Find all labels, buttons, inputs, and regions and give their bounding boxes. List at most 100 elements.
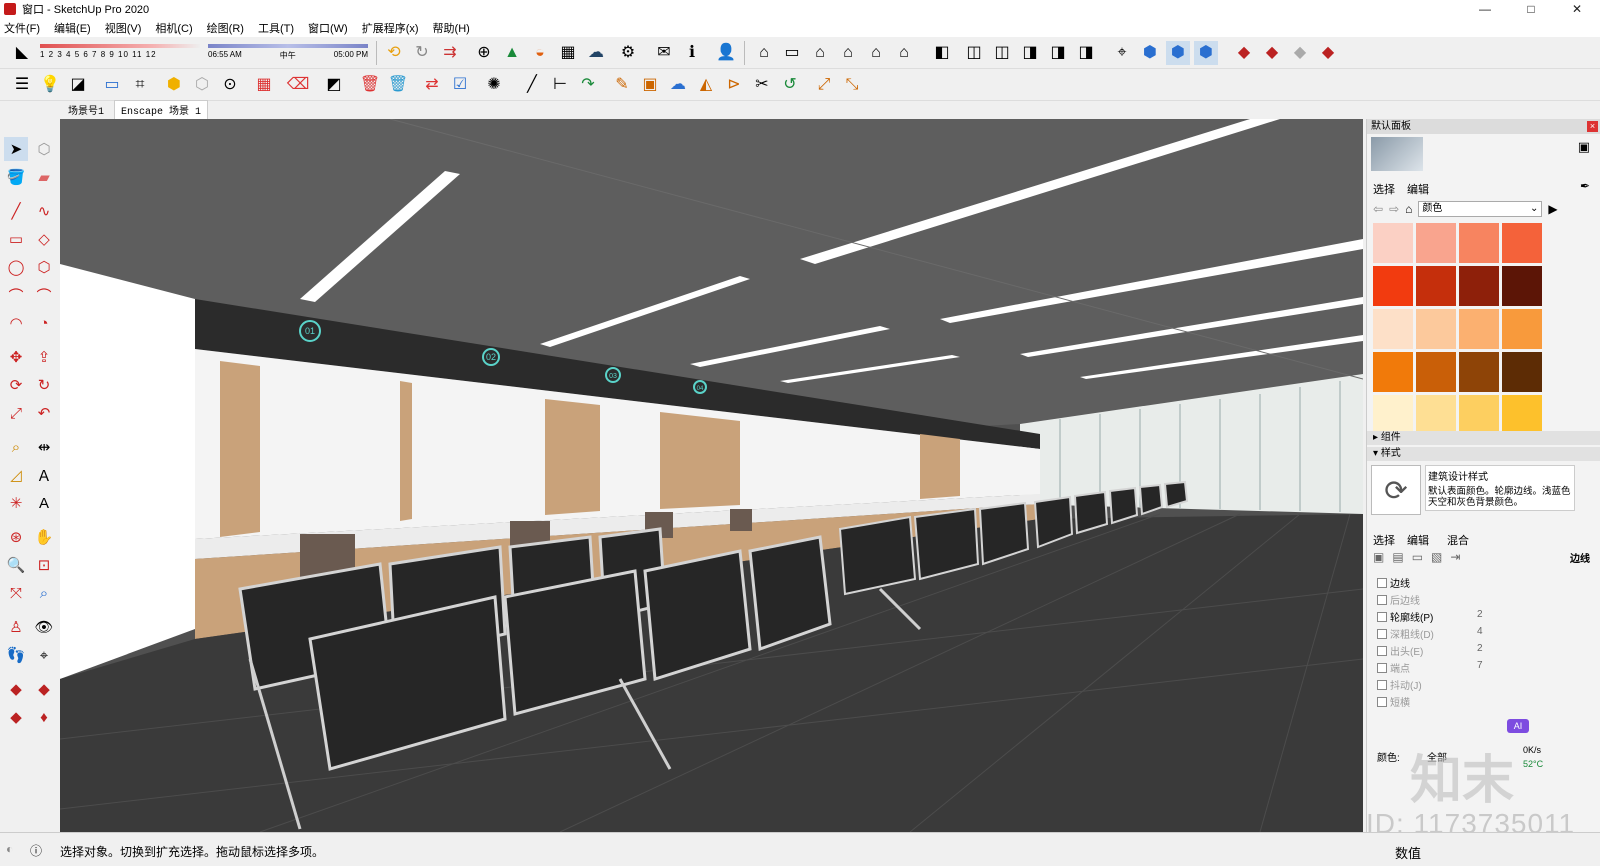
mail-icon[interactable]: ✉ [652,41,676,65]
color-swatch[interactable] [1502,352,1542,392]
rotate-arrow-icon[interactable]: ↷ [576,73,600,97]
menu-camera[interactable]: 相机(C) [155,20,192,36]
warehouse-tool-icon[interactable]: ◆ [4,677,28,701]
rectangle-icon[interactable]: ▭ [4,227,28,251]
walk-icon[interactable]: 👣 [4,643,28,667]
color-swatch[interactable] [1459,266,1499,306]
color-swatch[interactable] [1373,309,1413,349]
protractor-icon[interactable]: ◿ [4,463,28,487]
dimension-icon[interactable]: ⊢ [548,73,572,97]
menu-help[interactable]: 帮助(H) [433,20,470,36]
edge-setting-value[interactable]: 2 [1477,643,1483,654]
styles-tab-edit[interactable]: 编辑 [1407,532,1429,548]
section-display-icon[interactable]: ⬢ [1138,41,1162,65]
pie-icon[interactable]: ◔ [32,311,56,335]
model-viewport[interactable]: 01 02 03 04 [60,119,1363,832]
make-component-icon[interactable]: ⬡ [32,137,56,161]
color-swatch[interactable] [1416,266,1456,306]
monochrome-icon[interactable]: ◨ [1074,41,1098,65]
details-arrow-icon[interactable]: ▶ [1548,202,1557,216]
checker-icon[interactable]: ▦ [556,41,580,65]
tray-close-button[interactable]: × [1587,121,1598,132]
sun-icon[interactable]: ◒ [528,41,552,65]
light-bulb-icon[interactable]: 💡 [38,73,62,97]
move-edge-icon[interactable]: ⤡ [840,73,864,97]
color-swatch[interactable] [1416,352,1456,392]
edge-setting-checkbox[interactable] [1377,645,1387,656]
target-icon[interactable]: ⊙ [218,73,242,97]
edge-setting-row[interactable]: 边线 [1377,575,1410,590]
box-icon[interactable]: ▣ [638,73,662,97]
paint-icon[interactable]: ◭ [694,73,718,97]
edge-setting-row[interactable]: 深粗线(D) [1377,626,1434,641]
cloud-icon[interactable]: ☁ [666,73,690,97]
edge-setting-checkbox[interactable] [1377,696,1387,707]
3d-text-icon[interactable]: A [32,491,56,515]
section-fill-icon[interactable]: ⬢ [1194,41,1218,65]
color-swatch[interactable] [1373,395,1413,431]
contrast-icon[interactable]: ◪ [66,73,90,97]
minimize-button[interactable]: — [1462,0,1508,18]
color-swatch[interactable] [1416,309,1456,349]
color-swatch[interactable] [1459,309,1499,349]
dimension-tool-icon[interactable]: ⇹ [32,435,56,459]
move-point-icon[interactable]: ⤢ [812,73,836,97]
top-view-icon[interactable]: ▭ [780,41,804,65]
move-icon[interactable]: ✥ [4,345,28,369]
section-plane-icon[interactable]: ⌖ [1110,41,1134,65]
styles-tab-mix[interactable]: 混合 [1447,532,1469,548]
menu-tools[interactable]: 工具(T) [258,20,294,36]
color-swatch[interactable] [1459,352,1499,392]
styles-tray-header[interactable]: ▾ 样式 [1367,447,1600,461]
eraser-icon[interactable]: ▰ [32,165,56,189]
enscape-start-icon[interactable]: ⟲ [382,41,406,65]
zoom-window-icon[interactable]: ⊡ [32,553,56,577]
color-swatch[interactable] [1416,395,1456,431]
menu-edit[interactable]: 编辑(E) [54,20,91,36]
edge-setting-row[interactable]: 短横 [1377,694,1410,709]
wireframe-icon[interactable]: ◫ [962,41,986,65]
back-arrow-icon[interactable]: ⇦ [1373,202,1383,216]
edge-setting-checkbox[interactable] [1377,577,1387,588]
rotated-rectangle-icon[interactable]: ◇ [32,227,56,251]
edge-setting-checkbox[interactable] [1377,611,1387,622]
edge-setting-checkbox[interactable] [1377,679,1387,690]
back-view-icon[interactable]: ⌂ [864,41,888,65]
circle-icon[interactable]: ◯ [4,255,28,279]
outliner-icon[interactable]: ☰ [10,73,34,97]
scene-tab-enscape[interactable]: Enscape 场景 1 [114,100,209,120]
close-button[interactable]: ✕ [1554,0,1600,18]
materials-tab-edit[interactable]: 编辑 [1407,181,1429,197]
info-icon[interactable]: ℹ [680,41,704,65]
edge-setting-row[interactable]: 后边线 [1377,592,1420,607]
edge-setting-checkbox[interactable] [1377,594,1387,605]
freehand-icon[interactable]: ∿ [32,199,56,223]
hexagon-icon[interactable]: ⬢ [162,73,186,97]
watermark-settings-icon[interactable]: ▧ [1431,550,1442,564]
tag-icon[interactable]: ⊳ [722,73,746,97]
extension-warehouse-icon[interactable]: ◆ [1316,41,1340,65]
xray-icon[interactable]: ◧ [930,41,954,65]
crop-icon[interactable]: ⌗ [128,73,152,97]
material-library-select[interactable]: 颜色 ⌄ [1418,201,1543,217]
spiral-icon[interactable]: ↺ [778,73,802,97]
orbit-icon[interactable]: ⊛ [4,525,28,549]
maximize-button[interactable]: □ [1508,0,1554,18]
info-status-icon[interactable]: ⓘ [30,842,42,859]
face-settings-icon[interactable]: ▤ [1392,550,1403,564]
settings-icon[interactable]: ⚙ [616,41,640,65]
geo-location-icon[interactable]: ◐ [6,842,13,856]
rotate-icon[interactable]: ⟳ [4,373,28,397]
tree-icon[interactable]: ▲ [500,41,524,65]
shaded-icon[interactable]: ◨ [1018,41,1042,65]
color-swatch[interactable] [1459,223,1499,263]
color-swatch[interactable] [1502,223,1542,263]
menu-window[interactable]: 窗口(W) [308,20,348,36]
color-swatch[interactable] [1502,395,1542,431]
edge-setting-checkbox[interactable] [1377,662,1387,673]
section-plane-tool-icon[interactable]: ⌖ [32,643,56,667]
check-box-icon[interactable]: ☑ [448,73,472,97]
ruby-icon[interactable]: ♦ [32,705,56,729]
warehouse-icon[interactable]: ◆ [1232,41,1256,65]
edge-setting-value[interactable]: 7 [1477,660,1483,671]
